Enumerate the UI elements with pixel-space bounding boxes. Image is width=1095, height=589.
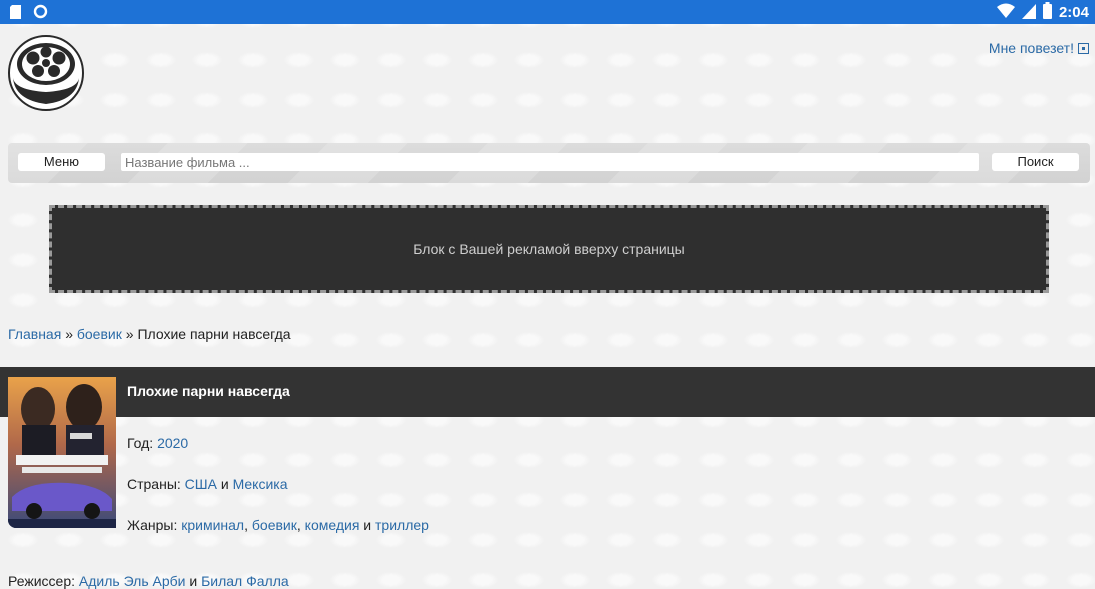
- external-box-icon: [1078, 42, 1089, 54]
- lucky-link[interactable]: Мне повезет!: [989, 40, 1089, 56]
- breadcrumb-current: Плохие парни навсегда: [137, 326, 291, 342]
- ad-banner-text: Блок с Вашей рекламой вверху страницы: [413, 241, 685, 257]
- genre-link[interactable]: триллер: [375, 517, 429, 533]
- country-link[interactable]: Мексика: [233, 476, 288, 492]
- conjunction: и: [363, 517, 372, 533]
- sd-card-icon: [10, 4, 21, 22]
- movie-countries-line: Страны: США и Мексика: [127, 476, 288, 492]
- genre-link[interactable]: комедия: [305, 517, 360, 533]
- country-link[interactable]: США: [185, 476, 217, 492]
- genre-link[interactable]: криминал: [181, 517, 244, 533]
- signal-icon: [1021, 3, 1036, 22]
- breadcrumb-separator: »: [65, 326, 73, 342]
- status-right-icons: 2:04: [996, 2, 1089, 22]
- status-left-icons: [10, 4, 48, 22]
- status-time: 2:04: [1058, 3, 1089, 21]
- countries-label: Страны:: [127, 476, 181, 492]
- movie-genres-line: Жанры: криминал, боевик, комедия и трилл…: [127, 517, 429, 533]
- circle-icon: [33, 4, 48, 22]
- genre-link[interactable]: боевик: [252, 517, 297, 533]
- year-label: Год:: [127, 435, 154, 451]
- battery-icon: [1042, 2, 1052, 22]
- search-bar: Меню Поиск: [8, 143, 1090, 183]
- lucky-link-label: Мне повезет!: [988, 40, 1074, 56]
- conjunction: и: [220, 476, 229, 492]
- breadcrumb-home[interactable]: Главная: [8, 326, 61, 342]
- year-link[interactable]: 2020: [157, 435, 188, 451]
- breadcrumb: Главная » боевик » Плохие парни навсегда: [8, 326, 291, 342]
- status-bar: 2:04: [0, 0, 1095, 24]
- menu-button[interactable]: Меню: [18, 153, 105, 171]
- movie-director-line: Режиссер: Адиль Эль Арби и Билал Фалла: [8, 573, 289, 589]
- genres-label: Жанры:: [127, 517, 178, 533]
- movie-poster[interactable]: [8, 377, 116, 528]
- breadcrumb-category[interactable]: боевик: [77, 326, 122, 342]
- director-label: Режиссер:: [8, 573, 75, 589]
- director-link[interactable]: Билал Фалла: [201, 573, 289, 589]
- film-reel-icon[interactable]: [7, 34, 85, 112]
- director-link[interactable]: Адиль Эль Арби: [79, 573, 186, 589]
- movie-title: Плохие парни навсегда: [127, 383, 290, 399]
- wifi-icon: [996, 3, 1015, 22]
- movie-year-line: Год: 2020: [127, 435, 188, 451]
- conjunction: и: [189, 573, 198, 589]
- search-input[interactable]: [121, 153, 979, 171]
- search-button[interactable]: Поиск: [992, 153, 1079, 171]
- ad-banner[interactable]: Блок с Вашей рекламой вверху страницы: [49, 205, 1049, 293]
- breadcrumb-separator: »: [125, 326, 134, 342]
